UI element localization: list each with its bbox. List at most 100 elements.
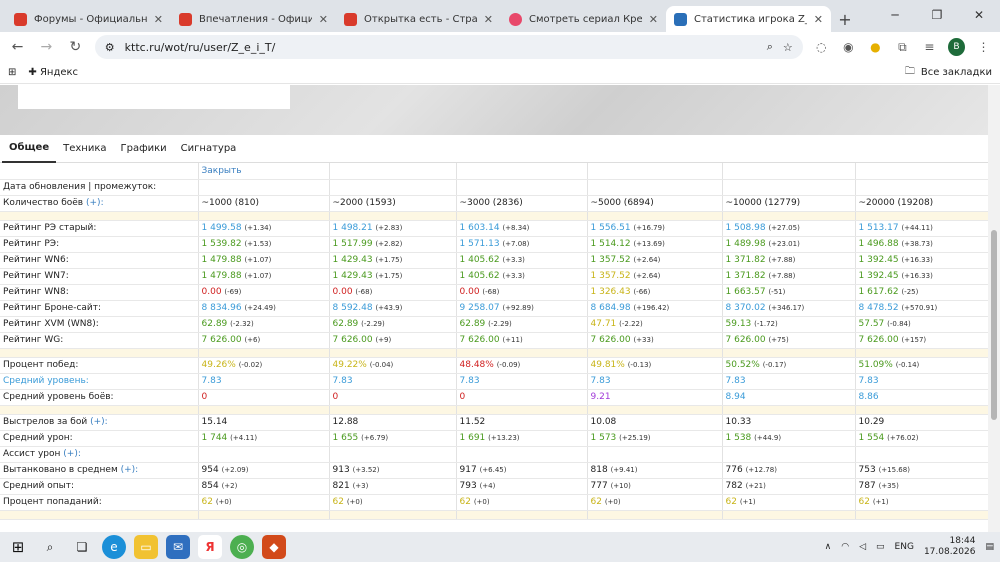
cell-delta: (+8.34) xyxy=(502,224,530,232)
extensions-icon[interactable]: ⧉ xyxy=(894,40,911,55)
cell-value: 0.00 xyxy=(332,287,353,297)
forward-icon[interactable]: → xyxy=(37,39,56,55)
close-tab-icon[interactable]: ✕ xyxy=(814,13,823,26)
row-label-text: Вытанковано в среднем xyxy=(3,465,118,475)
browser-tab-forums[interactable]: Форумы - Официальный ф✕ xyxy=(6,6,171,32)
cell-winrate: 50.52% (-0.17) xyxy=(722,357,856,374)
cell-delta: (+1.07) xyxy=(244,272,272,280)
table-row-re: Рейтинг РЭ: 1 539.82 (+1.53) 1 517.99 (+2.… xyxy=(0,236,988,253)
volume-icon[interactable]: ◁ xyxy=(859,542,866,552)
row-label-winrate: Процент побед: xyxy=(0,357,199,374)
cell-wn7: 1 429.43 (+1.75) xyxy=(329,268,457,285)
cell-update xyxy=(587,179,723,196)
expand-link[interactable]: (+): xyxy=(86,198,104,208)
expand-link[interactable]: (+): xyxy=(90,417,108,427)
mail-icon[interactable]: ✉ xyxy=(166,535,190,559)
close-tab-icon[interactable]: ✕ xyxy=(484,13,493,26)
close-tab-icon[interactable]: ✕ xyxy=(649,13,658,26)
close-tab-icon[interactable]: ✕ xyxy=(319,13,328,26)
cell-wn7: 1 357.52 (+2.64) xyxy=(587,268,723,285)
cell-wn7: 1 371.82 (+7.88) xyxy=(722,268,856,285)
url-text[interactable]: kttc.ru/wot/ru/user/Z_e_i_T/ xyxy=(125,41,757,54)
chrome-icon[interactable]: ◎ xyxy=(230,535,254,559)
search-icon[interactable]: ⌕ xyxy=(38,535,62,559)
language-indicator[interactable]: ENG xyxy=(895,542,914,552)
close-link[interactable]: Закрыть xyxy=(202,166,242,176)
site-info-icon[interactable]: ⚙ xyxy=(105,41,115,54)
browser-tab-impressions[interactable]: Впечатления - Официальн✕ xyxy=(171,6,336,32)
minimize-icon[interactable]: ─ xyxy=(874,0,916,30)
shield-icon[interactable]: ◌ xyxy=(813,40,830,54)
close-cell: Закрыть xyxy=(198,163,330,180)
cell-delta: (+75) xyxy=(768,336,789,344)
zoom-icon[interactable]: ⌕ xyxy=(767,40,773,54)
cell-value: 10.33 xyxy=(725,417,752,427)
expand-link[interactable]: (+): xyxy=(121,465,139,475)
cell-delta: (-1.72) xyxy=(754,320,778,328)
cell-value: 1 573 xyxy=(590,433,617,443)
menu-icon[interactable]: ⋮ xyxy=(975,40,992,54)
battery-icon[interactable]: ▭ xyxy=(876,542,885,552)
browser-tab-player-stats[interactable]: Статистика игрока Z_e_i_T✕ xyxy=(666,6,831,32)
new-tab-button[interactable]: + xyxy=(831,6,859,32)
cell-winrate: 49.22% (-0.04) xyxy=(329,357,457,374)
bookmarks-bar: ⊞ ✚ Яндекс 🗀 Все закладки xyxy=(0,62,1000,84)
record-icon[interactable]: ◉ xyxy=(840,40,857,54)
cell-wn6: 1 371.82 (+7.88) xyxy=(722,252,856,269)
cell-value: 917 xyxy=(459,465,477,475)
bookmark-yandex[interactable]: ✚ Яндекс xyxy=(28,67,78,78)
separator-row xyxy=(0,211,988,221)
task-view-icon[interactable]: ❏ xyxy=(70,535,94,559)
yandex-browser-icon[interactable]: Я xyxy=(198,535,222,559)
game-center-icon[interactable]: ◆ xyxy=(262,535,286,559)
close-tab-icon[interactable]: ✕ xyxy=(154,13,163,26)
cell-delta: (+76.02) xyxy=(887,434,919,442)
page-scrollbar[interactable] xyxy=(988,85,1000,532)
cell-update xyxy=(722,179,856,196)
browser-tab-series[interactable]: Смотреть сериал Кремнием✕ xyxy=(501,6,666,32)
bookmark-star-icon[interactable]: ☆ xyxy=(783,41,793,54)
cell-value: ~20000 (19208) xyxy=(858,198,934,208)
cell-value: 7 626.00 xyxy=(201,335,242,345)
clock[interactable]: 18:44 17.08.2026 xyxy=(924,536,976,558)
start-icon[interactable]: ⊞ xyxy=(6,535,30,559)
cell-value: 48.48% xyxy=(459,360,494,370)
cell-delta: (+92.89) xyxy=(502,304,534,312)
separator-cell xyxy=(722,510,856,520)
reading-list-icon[interactable]: ≡ xyxy=(921,40,938,54)
edge-icon[interactable]: e xyxy=(102,535,126,559)
browser-tab-postcard[interactable]: Открытка есть - Страница 2✕ xyxy=(336,6,501,32)
cell-value: 7.83 xyxy=(201,376,222,386)
tab-charts[interactable]: Графики xyxy=(114,135,174,163)
extension-smile-icon[interactable]: ● xyxy=(867,40,884,54)
cell-shots: 11.52 xyxy=(456,414,588,431)
tab-general[interactable]: Общее xyxy=(2,135,57,163)
cell-wn6: 1 429.43 (+1.75) xyxy=(329,252,457,269)
separator-cell xyxy=(722,211,856,221)
row-label-text: Средний опыт: xyxy=(3,481,74,491)
wifi-icon[interactable]: ◠ xyxy=(841,542,849,552)
separator-cell xyxy=(198,405,330,415)
reload-icon[interactable]: ↻ xyxy=(66,39,85,55)
cell-value: 59.13 xyxy=(725,319,752,329)
row-label-text: Рейтинг РЭ старый: xyxy=(3,223,97,233)
profile-avatar[interactable]: B xyxy=(947,38,965,56)
scrollbar-thumb[interactable] xyxy=(991,230,997,420)
address-bar[interactable]: ⚙ kttc.ru/wot/ru/user/Z_e_i_T/ ⌕ ☆ xyxy=(94,35,803,59)
close-window-icon[interactable]: ✕ xyxy=(958,0,1000,30)
tab-vehicles[interactable]: Техника xyxy=(56,135,113,163)
back-icon[interactable]: ← xyxy=(8,39,27,55)
row-label-text: Рейтинг Броне-сайт: xyxy=(3,303,102,313)
all-bookmarks-button[interactable]: 🗀 Все закладки xyxy=(905,64,992,81)
cell-spotted: 954 (+2.09) xyxy=(198,462,330,479)
expand-link[interactable]: (+): xyxy=(63,449,81,459)
maximize-icon[interactable]: ❐ xyxy=(916,0,958,30)
file-explorer-icon[interactable]: ▭ xyxy=(134,535,158,559)
cell-value: 47.71 xyxy=(590,319,617,329)
tray-arrow-icon[interactable]: ∧ xyxy=(825,542,832,552)
apps-grid-icon[interactable]: ⊞ xyxy=(8,67,16,78)
cell-delta: (+6.79) xyxy=(361,434,389,442)
cell-delta: (+3.3) xyxy=(502,256,525,264)
tab-signature[interactable]: Сигнатура xyxy=(174,135,244,163)
notifications-icon[interactable]: ▤ xyxy=(985,542,994,552)
